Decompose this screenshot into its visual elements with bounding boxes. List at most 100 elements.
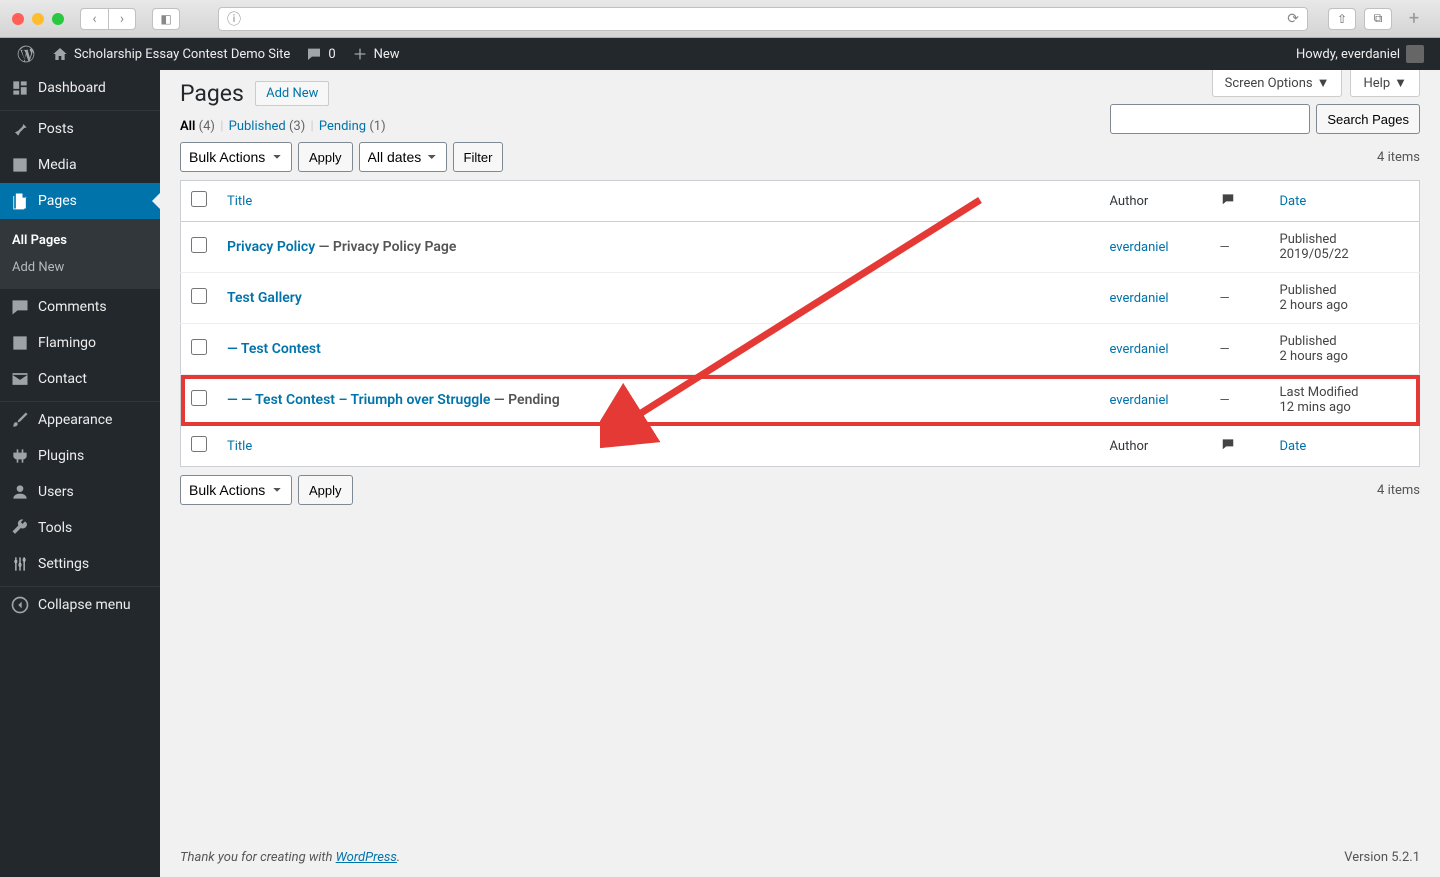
menu-label: Contact [38, 371, 87, 387]
select-all-top[interactable] [191, 191, 207, 207]
post-state: — Privacy Policy Page [315, 239, 456, 255]
row-title-link[interactable]: — — Test Contest – Triumph over Struggle [227, 392, 490, 408]
tabs-button[interactable]: ⧉ [1364, 8, 1392, 30]
back-button[interactable]: ‹ [80, 8, 108, 30]
view-all[interactable]: All [180, 119, 195, 134]
comments-count: — [1220, 291, 1230, 306]
menu-settings[interactable]: Settings [0, 546, 160, 582]
add-new-button[interactable]: Add New [255, 81, 329, 106]
comments-link[interactable]: 0 [298, 38, 343, 70]
new-content-link[interactable]: New [344, 38, 408, 70]
col-date[interactable]: Date [1280, 194, 1307, 209]
greeting-text: Howdy, everdaniel [1296, 47, 1400, 62]
wp-logo[interactable] [8, 38, 44, 70]
chevron-down-icon: ▼ [1394, 75, 1407, 91]
menu-tools[interactable]: Tools [0, 510, 160, 546]
menu-media[interactable]: Media [0, 147, 160, 183]
row-checkbox[interactable] [191, 237, 207, 253]
comment-icon [1220, 437, 1236, 451]
submenu-add-new[interactable]: Add New [0, 254, 160, 281]
author-link[interactable]: everdaniel [1110, 291, 1169, 306]
row-title-link[interactable]: — Test Contest [227, 341, 321, 357]
window-minimize[interactable] [32, 13, 44, 25]
page-title: Pages [180, 80, 244, 107]
view-published[interactable]: Published [229, 119, 286, 134]
col-comments-foot[interactable] [1210, 426, 1270, 467]
search-pages-button[interactable]: Search Pages [1316, 104, 1420, 134]
url-bar[interactable]: ⓘ ⟳ [218, 7, 1308, 31]
browser-chrome: ‹ › ◧ ⓘ ⟳ ⇧ ⧉ + [0, 0, 1440, 38]
my-account[interactable]: Howdy, everdaniel [1288, 38, 1432, 70]
bulk-actions-select-bottom[interactable]: Bulk Actions [180, 475, 292, 505]
row-title-link[interactable]: Test Gallery [227, 290, 302, 306]
col-date-foot[interactable]: Date [1280, 439, 1307, 454]
menu-flamingo[interactable]: Flamingo [0, 325, 160, 361]
pin-icon [10, 119, 30, 139]
menu-label: Tools [38, 520, 72, 536]
avatar [1406, 45, 1424, 63]
screen-options-tab[interactable]: Screen Options ▼ [1212, 70, 1343, 97]
author-link[interactable]: everdaniel [1110, 393, 1169, 408]
share-button[interactable]: ⇧ [1328, 8, 1356, 30]
wordpress-link[interactable]: WordPress [336, 850, 397, 865]
bulk-actions-select[interactable]: Bulk Actions [180, 142, 292, 172]
row-checkbox[interactable] [191, 390, 207, 406]
menu-label: Comments [38, 299, 107, 315]
collapse-icon [10, 595, 30, 615]
wrench-icon [10, 518, 30, 538]
filter-button[interactable]: Filter [453, 142, 504, 172]
col-title-foot[interactable]: Title [227, 439, 252, 454]
help-tab[interactable]: Help ▼ [1350, 70, 1420, 97]
refresh-icon[interactable]: ⟳ [1287, 11, 1299, 27]
table-row: Test Galleryeverdaniel—Published2 hours … [181, 273, 1420, 324]
post-state: — Pending [490, 392, 559, 408]
media-icon [10, 155, 30, 175]
pages-table: Title Author Date Privacy Policy — Priva… [180, 180, 1420, 467]
apply-button-bottom[interactable]: Apply [298, 475, 353, 505]
menu-label: Plugins [38, 448, 84, 464]
row-checkbox[interactable] [191, 339, 207, 355]
search-input[interactable] [1110, 104, 1310, 134]
table-row: — — Test Contest – Triumph over Struggle… [181, 375, 1420, 426]
menu-label: Pages [38, 193, 77, 209]
author-link[interactable]: everdaniel [1110, 240, 1169, 255]
col-comments[interactable] [1210, 181, 1270, 222]
menu-users[interactable]: Users [0, 474, 160, 510]
col-title[interactable]: Title [227, 194, 252, 209]
tablenav-bottom: Bulk Actions Apply 4 items [180, 475, 1420, 505]
select-all-bottom[interactable] [191, 436, 207, 452]
menu-contact[interactable]: Contact [0, 361, 160, 397]
menu-label: Posts [38, 121, 74, 137]
date-filter-select[interactable]: All dates [359, 142, 447, 172]
new-tab-button[interactable]: + [1400, 8, 1428, 30]
info-icon: ⓘ [227, 9, 241, 29]
window-close[interactable] [12, 13, 24, 25]
row-checkbox[interactable] [191, 288, 207, 304]
menu-label: Users [38, 484, 74, 500]
row-title-link[interactable]: Privacy Policy [227, 239, 315, 255]
menu-posts[interactable]: Posts [0, 111, 160, 147]
menu-plugins[interactable]: Plugins [0, 438, 160, 474]
window-maximize[interactable] [52, 13, 64, 25]
site-name-link[interactable]: Scholarship Essay Contest Demo Site [44, 38, 298, 70]
chevron-down-icon: ▼ [1317, 75, 1330, 91]
flamingo-icon [10, 333, 30, 353]
view-pending[interactable]: Pending [319, 119, 366, 134]
settings-icon [10, 554, 30, 574]
dashboard-icon [10, 78, 30, 98]
menu-pages[interactable]: Pages [0, 183, 160, 219]
menu-collapse[interactable]: Collapse menu [0, 587, 160, 623]
comment-icon [1220, 192, 1236, 206]
forward-button[interactable]: › [108, 8, 136, 30]
menu-appearance[interactable]: Appearance [0, 402, 160, 438]
menu-comments[interactable]: Comments [0, 289, 160, 325]
search-box: Search Pages [1110, 104, 1420, 134]
wp-admin-bar: Scholarship Essay Contest Demo Site 0 Ne… [0, 38, 1440, 70]
date-detail: 2 hours ago [1280, 298, 1348, 313]
table-row: Privacy Policy — Privacy Policy Page ever… [181, 222, 1420, 273]
menu-dashboard[interactable]: Dashboard [0, 70, 160, 106]
apply-button-top[interactable]: Apply [298, 142, 353, 172]
submenu-all-pages[interactable]: All Pages [0, 227, 160, 254]
author-link[interactable]: everdaniel [1110, 342, 1169, 357]
sidebar-toggle[interactable]: ◧ [152, 8, 180, 30]
